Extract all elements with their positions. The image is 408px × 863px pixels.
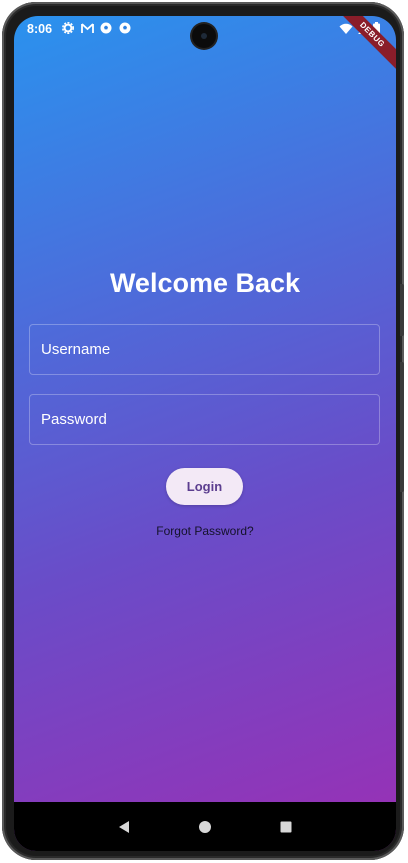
power-button: [400, 362, 404, 492]
recents-icon[interactable]: [276, 817, 296, 837]
soccer-ball-icon: [119, 22, 131, 34]
gmail-icon: [81, 22, 94, 34]
phone-frame: 8:06 DEBUG Welcome Back Username Passwor…: [2, 2, 404, 860]
username-label: Username: [41, 341, 111, 358]
forgot-password-link[interactable]: Forgot Password?: [14, 524, 396, 538]
status-time: 8:06: [27, 22, 53, 36]
front-camera: [192, 24, 216, 48]
username-field[interactable]: Username: [29, 324, 380, 375]
password-field[interactable]: Password: [29, 394, 380, 445]
back-icon[interactable]: [114, 817, 134, 837]
app-screen: 8:06 DEBUG Welcome Back Username Passwor…: [14, 16, 396, 851]
page-title: Welcome Back: [109, 268, 301, 298]
home-icon[interactable]: [195, 817, 215, 837]
login-button-label: Login: [186, 479, 223, 494]
login-button[interactable]: Login: [166, 468, 243, 505]
password-label: Password: [41, 411, 107, 428]
volume-button: [400, 284, 404, 336]
soccer-ball-icon: [100, 22, 112, 34]
notification-icons: [62, 22, 131, 34]
navigation-bar: [14, 802, 396, 851]
settings-icon: [62, 22, 74, 34]
